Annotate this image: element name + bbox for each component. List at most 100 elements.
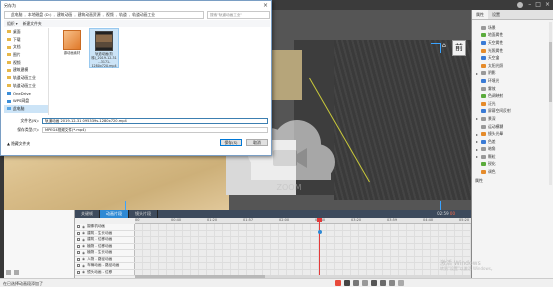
breadcrumb-item[interactable]: 此电脑 [11, 12, 22, 18]
tray-shirt-icon[interactable] [389, 280, 395, 286]
eye-icon[interactable]: ◉ [82, 244, 85, 248]
property-row[interactable]: 天空盒 [472, 54, 549, 62]
property-row[interactable]: 锐化 [472, 161, 549, 169]
property-icon [481, 170, 486, 175]
property-row[interactable]: ▸ 景深 [472, 115, 549, 123]
track-lane[interactable] [135, 237, 471, 243]
eye-icon[interactable]: ◉ [82, 270, 85, 274]
track-checkbox[interactable] [77, 238, 80, 242]
delete-icon[interactable] [14, 270, 19, 275]
tray-s-icon[interactable] [335, 280, 341, 286]
filetype-select[interactable]: MPEG4视频文件(*.mp4) [42, 126, 268, 133]
cancel-button[interactable]: 取消 [246, 139, 268, 146]
eye-icon[interactable]: ◉ [82, 264, 85, 268]
maximize-icon[interactable]: □ [535, 1, 541, 9]
eye-icon[interactable]: ◉ [82, 257, 85, 261]
property-row[interactable]: 屏幕空间反射 [472, 108, 549, 116]
track-checkbox[interactable] [77, 231, 80, 235]
file-item[interactable]: 轨道动画(阶梯)_2019-12-31 ...3171-1280x720.mp4 [89, 28, 119, 68]
minimize-icon[interactable]: – [528, 1, 531, 9]
dialog-close-icon[interactable]: × [263, 2, 268, 9]
property-row[interactable]: 场景 [472, 24, 549, 32]
home-icon[interactable]: ⌂ [442, 42, 446, 49]
save-button[interactable]: 保存(S) [220, 139, 242, 146]
filename-input[interactable]: 轨道动画 2019-12-31 095339s-1280x720.mp4 [42, 117, 268, 124]
timeline-playhead[interactable] [317, 218, 322, 278]
search-input[interactable]: 搜索"轨道动画工业" [207, 11, 270, 19]
breadcrumb-item[interactable]: 轨道 [119, 12, 127, 18]
nav-item[interactable]: 下载 [4, 36, 48, 44]
user-avatar[interactable] [517, 2, 523, 8]
nav-item[interactable]: 桌面 [4, 28, 48, 36]
nav-item[interactable]: 建筑建模 [4, 66, 48, 74]
track-lane[interactable] [135, 243, 471, 249]
property-row[interactable]: ▸ 色差 [472, 138, 549, 146]
tray-speaker-icon[interactable] [353, 280, 359, 286]
property-row[interactable]: 运动模糊 [472, 123, 549, 131]
tab-settings[interactable]: 设置 [488, 10, 504, 19]
timeline-tab[interactable]: 镜头片段 [129, 210, 158, 218]
nav-item[interactable]: 此电脑 [4, 104, 48, 113]
cloud-icon [7, 91, 11, 95]
nav-item[interactable]: OneDrive [4, 90, 48, 98]
track-lane[interactable] [135, 256, 471, 262]
property-row[interactable]: 调色 [472, 168, 549, 176]
nav-item[interactable]: WPS网盘 [4, 97, 48, 105]
property-row[interactable]: 天空属性 [472, 39, 549, 47]
breadcrumb-item[interactable]: 建筑动画 [57, 12, 72, 18]
file-item[interactable]: 源动画素材 [57, 28, 87, 68]
property-row[interactable]: 泛光 [472, 100, 549, 108]
eye-icon[interactable]: ◉ [82, 251, 85, 255]
track-checkbox[interactable] [77, 251, 80, 255]
tray-moon-icon[interactable] [344, 280, 350, 286]
eye-icon[interactable]: ◉ [82, 231, 85, 235]
add-icon[interactable] [6, 270, 11, 275]
track-checkbox[interactable] [77, 270, 80, 274]
track-checkbox[interactable] [77, 244, 80, 248]
playhead-keyframe[interactable] [318, 230, 322, 234]
close-icon[interactable]: × [545, 1, 550, 9]
property-row[interactable]: ▸ 暗角 [472, 146, 549, 154]
eye-icon[interactable]: ◉ [82, 225, 85, 229]
track-checkbox[interactable] [77, 257, 80, 261]
track-lane[interactable] [135, 250, 471, 256]
hide-folders-toggle[interactable]: ▲ 隐藏文件夹 [7, 141, 30, 147]
property-row[interactable]: 光照属性 [472, 47, 549, 55]
timeline-tab[interactable]: 关键帧 [75, 210, 100, 218]
playhead-handle[interactable] [317, 218, 322, 222]
nav-item[interactable]: 轨道动画工业 [4, 74, 48, 82]
address-bar[interactable]: 此电脑 › 本地磁盘 (D:) › 建筑动画 › 建筑动画资源 › 视频 › 轨道 › 轨道动画工业 [4, 11, 204, 19]
new-folder-button[interactable]: 新建文件夹 [23, 21, 42, 27]
property-row[interactable]: 地面属性 [472, 32, 549, 40]
track-lane[interactable] [135, 263, 471, 269]
nav-item[interactable]: 图片 [4, 51, 48, 59]
property-row[interactable]: ▸ 颗粒 [472, 153, 549, 161]
breadcrumb-item[interactable]: 建筑动画资源 [78, 12, 101, 18]
breadcrumb-item[interactable]: 视频 [106, 12, 114, 18]
tray-keyboard-icon[interactable] [362, 280, 368, 286]
organize-button[interactable]: 组织 ▾ [7, 21, 18, 27]
tray-network-icon[interactable] [371, 280, 377, 286]
property-row[interactable]: 雾效 [472, 85, 549, 93]
property-row[interactable]: ▸ 阴影 [472, 70, 549, 78]
property-row[interactable]: 色调映射 [472, 92, 549, 100]
nav-item[interactable]: 轨道动画工业 [4, 82, 48, 90]
breadcrumb-item[interactable]: 轨道动画工业 [132, 12, 155, 18]
property-row[interactable]: ▸ 镜头光晕 [472, 130, 549, 138]
track-lane[interactable] [135, 230, 471, 236]
view-cube[interactable]: 前 [452, 40, 466, 56]
nav-item[interactable]: 文档 [4, 43, 48, 51]
track-checkbox[interactable] [77, 264, 80, 268]
track-lane[interactable] [135, 224, 471, 230]
breadcrumb-item[interactable]: 本地磁盘 (D:) [28, 12, 52, 18]
tray-grid-icon[interactable] [398, 280, 404, 286]
property-row[interactable]: 太阳光照 [472, 62, 549, 70]
eye-icon[interactable]: ◉ [82, 238, 85, 242]
scrollbar-thumb[interactable] [549, 42, 552, 102]
tab-properties[interactable]: 属性 [472, 10, 488, 19]
timeline-tab[interactable]: 动画片段 [100, 210, 129, 218]
property-row[interactable]: 环境光 [472, 77, 549, 85]
tray-user-icon[interactable] [380, 280, 386, 286]
track-checkbox[interactable] [77, 225, 80, 229]
nav-item[interactable]: 视频 [4, 59, 48, 67]
